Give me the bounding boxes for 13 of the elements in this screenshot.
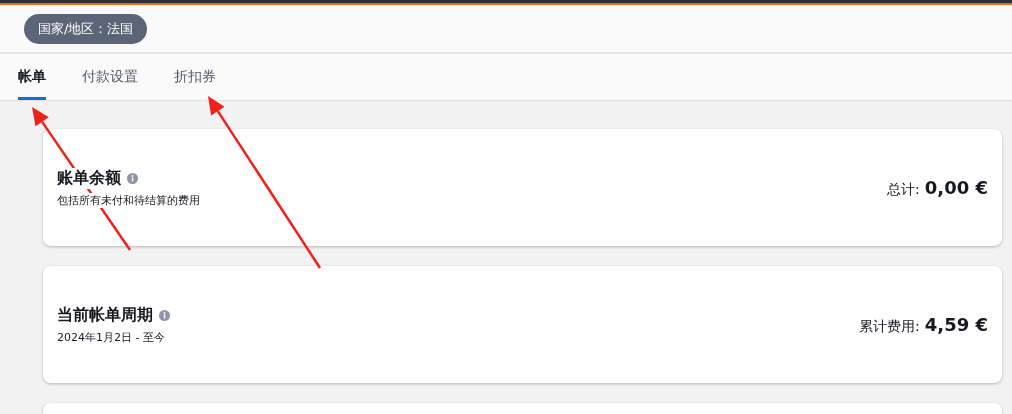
- card-title: 当前帐单周期: [57, 304, 153, 326]
- tab[interactable]: 付款设置: [82, 54, 138, 100]
- card-subtitle: 包括所有未付和待结算的费用: [57, 192, 200, 208]
- tab[interactable]: 帐单: [18, 54, 46, 100]
- total-label: 累计费用:: [859, 317, 920, 336]
- total-amount: 4,59 €: [924, 313, 988, 335]
- tab[interactable]: 折扣券: [174, 54, 216, 100]
- region-pill[interactable]: 国家/地区：法国: [24, 13, 148, 44]
- total-amount: 0,00 €: [924, 176, 988, 198]
- info-icon: [127, 172, 138, 184]
- total-label: 总计:: [887, 180, 920, 199]
- card-title: 账单余额: [57, 167, 121, 189]
- info-icon: [159, 309, 170, 321]
